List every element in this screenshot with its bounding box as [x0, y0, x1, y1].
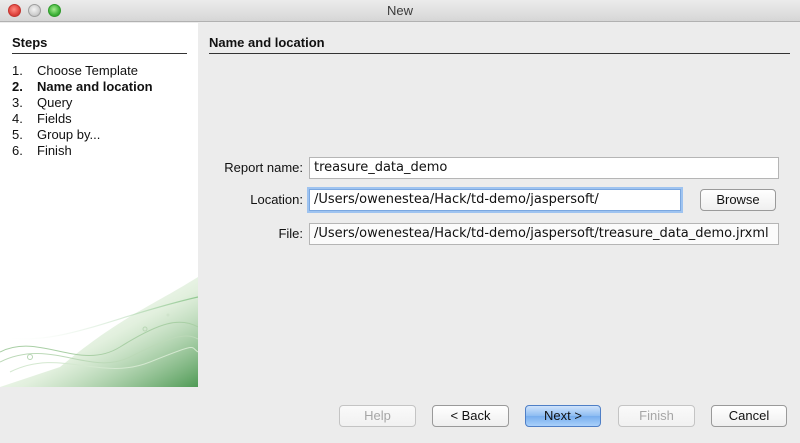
next-button[interactable]: Next >: [525, 405, 601, 427]
window-titlebar: New: [0, 0, 800, 22]
step-item-finish: 6. Finish: [12, 143, 72, 158]
close-window-icon[interactable]: [8, 4, 21, 17]
window-title: New: [386, 3, 413, 18]
help-button[interactable]: Help: [339, 405, 416, 427]
step-item-fields: 4. Fields: [12, 111, 72, 126]
decorative-swirl-graphic: [0, 277, 198, 387]
cancel-button[interactable]: Cancel: [711, 405, 787, 427]
step-item-group-by: 5. Group by...: [12, 127, 101, 142]
file-label: File:: [278, 226, 303, 241]
browse-button[interactable]: Browse: [700, 189, 776, 211]
report-name-label: Report name:: [224, 160, 303, 175]
step-item-name-and-location: 2. Name and location: [12, 79, 153, 94]
finish-button[interactable]: Finish: [618, 405, 695, 427]
location-input[interactable]: /Users/owenestea/Hack/td-demo/jaspersoft…: [309, 189, 681, 211]
minimize-window-icon[interactable]: [28, 4, 41, 17]
steps-panel: Steps 1. Choose Template 2. Name and locat…: [0, 23, 198, 387]
location-label: Location:: [250, 192, 303, 207]
step-list: 1. Choose Template 2. Name and location 3.…: [12, 63, 153, 159]
report-name-input[interactable]: treasure_data_demo: [309, 157, 779, 179]
steps-title: Steps: [12, 35, 187, 54]
file-path-field[interactable]: /Users/owenestea/Hack/td-demo/jaspersoft…: [309, 223, 779, 245]
step-item-query: 3. Query: [12, 95, 73, 110]
back-button[interactable]: < Back: [432, 405, 509, 427]
step-item-choose-template: 1. Choose Template: [12, 63, 138, 78]
section-title: Name and location: [209, 35, 790, 54]
zoom-window-icon[interactable]: [48, 4, 61, 17]
